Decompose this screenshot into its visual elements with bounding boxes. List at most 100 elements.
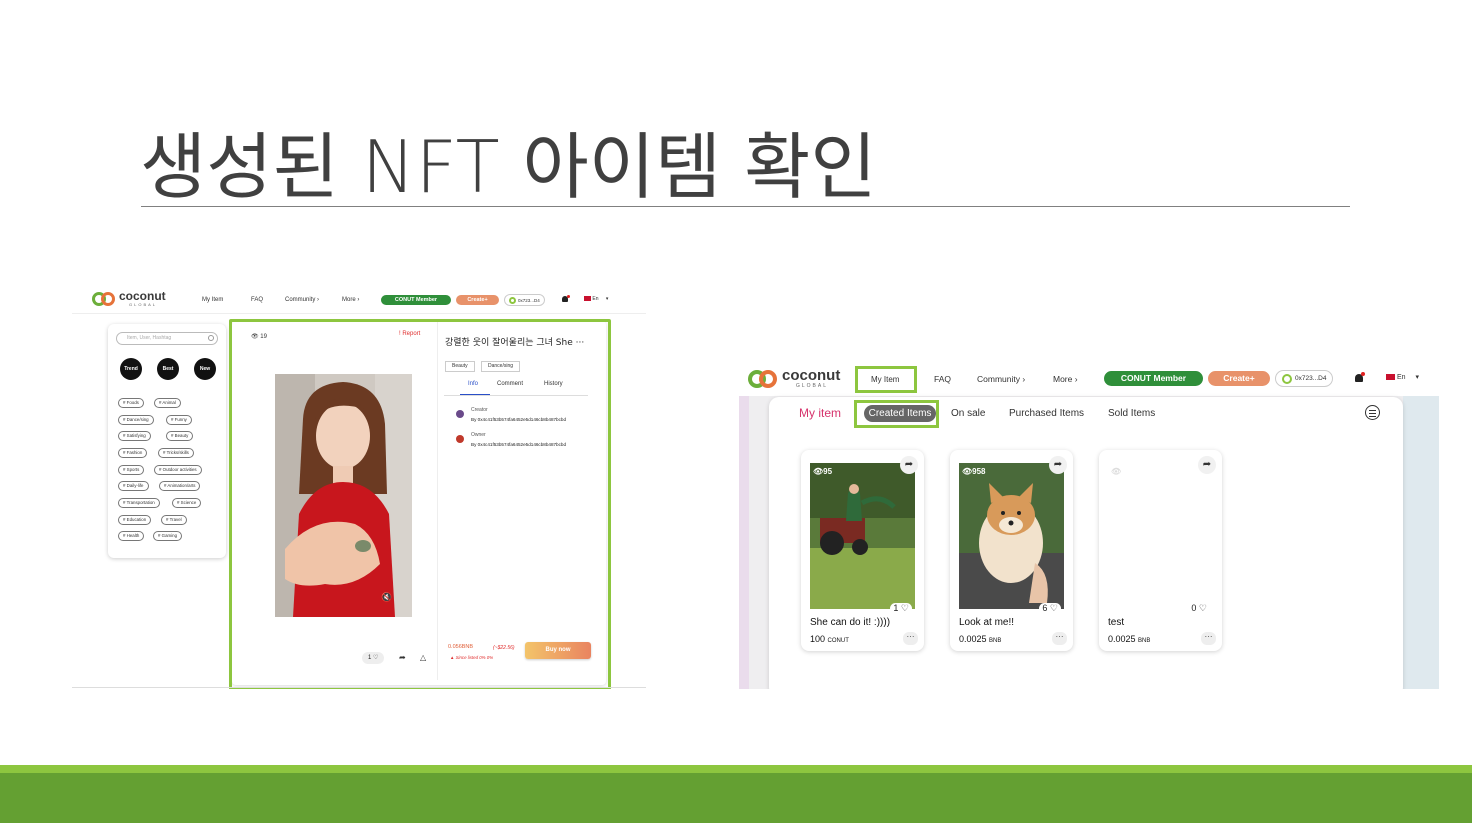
nft-card[interactable]: 👁95 ➦ 1 ♡ She can do it! :)))) 100 CONUT… [801, 450, 924, 651]
nft-thumbnail [1108, 463, 1213, 609]
filter-icon[interactable] [1365, 405, 1380, 420]
wallet-address[interactable]: 0x723...D4 [1275, 370, 1334, 387]
nft-thumbnail [959, 463, 1064, 609]
tab-sold-items[interactable]: Sold Items [1108, 408, 1155, 419]
nav-more[interactable]: More › [1053, 374, 1078, 384]
nav-faq[interactable]: FAQ [934, 374, 951, 384]
eye-icon: 👁 [1111, 467, 1122, 476]
tag-tricks-skills[interactable]: # Tricks/skills [158, 448, 194, 458]
tag-animal[interactable]: # Animal [154, 398, 181, 408]
tag-funny[interactable]: # Funny [166, 415, 192, 425]
chevron-down-icon: ▾ [605, 296, 609, 302]
logo-sub: GLOBAL [796, 383, 829, 389]
language-select[interactable]: En ▾ [1386, 373, 1419, 381]
language-label: En [592, 296, 599, 302]
conut-member-button[interactable]: CONUT Member [381, 295, 451, 305]
nav-faq[interactable]: FAQ [251, 297, 263, 303]
price-unit: BNB [1138, 638, 1151, 644]
bell-icon[interactable] [562, 295, 570, 303]
search-input[interactable]: Item, User, Hashtag [116, 332, 218, 345]
footer-accent [0, 765, 1472, 773]
price-value: 0.0025 [1108, 634, 1136, 644]
flag-icon [1386, 374, 1395, 381]
tag-foods[interactable]: # Foods [118, 398, 144, 408]
view-count: 👁 [1111, 467, 1121, 476]
coconut-logo[interactable]: coconut GLOBAL [748, 368, 840, 389]
top-nav: coconut GLOBAL My Item FAQ Community › M… [739, 360, 1439, 396]
tag-outdoor-activities[interactable]: # Outdoor activities [154, 465, 202, 475]
item-name: She can do it! :)))) [810, 617, 891, 628]
nav-community[interactable]: Community › [977, 374, 1025, 384]
like-count[interactable]: 0 ♡ [1188, 603, 1210, 614]
tag-dance-sing[interactable]: # Dance/sing [118, 415, 154, 425]
wallet-address-text: 0x723...D4 [1295, 375, 1327, 382]
tab-on-sale[interactable]: On sale [951, 408, 985, 419]
best-filter-button[interactable]: Best [157, 358, 179, 380]
eye-icon: 👁 [813, 467, 824, 476]
tag-gaming[interactable]: # Gaming [153, 531, 183, 541]
nav-community[interactable]: Community › [285, 297, 319, 303]
top-nav: coconut GLOBAL My Item FAQ Community › M… [72, 286, 646, 314]
nft-card[interactable]: 👁958 ➦ 6 ♡ Look at me!! 0.0025 BNB ··· [950, 450, 1073, 651]
item-name: test [1108, 617, 1125, 628]
create-button[interactable]: Create+ [1208, 371, 1270, 386]
like-count[interactable]: 6 ♡ [1039, 603, 1061, 614]
price-unit: CONUT [827, 638, 849, 644]
logo-sub: GLOBAL [129, 302, 158, 307]
wallet-address[interactable]: 0x723...D4 [504, 294, 545, 306]
share-icon[interactable]: ➦ [1198, 456, 1216, 474]
new-filter-button[interactable]: New [194, 358, 216, 380]
tag-satisfying[interactable]: # Satisfying [118, 431, 151, 441]
coconut-logo[interactable]: coconut GLOBAL [92, 290, 166, 307]
tag-science[interactable]: # Science [172, 498, 202, 508]
highlight-my-item [855, 366, 917, 393]
view-count: 👁95 [813, 467, 832, 476]
right-strip [1403, 396, 1439, 689]
tag-sports[interactable]: # Sports [118, 465, 145, 475]
nft-card[interactable]: 👁 ➦ 0 ♡ test 0.0025 BNB ··· [1099, 450, 1222, 651]
item-price: 0.0025 BNB [959, 634, 1001, 644]
logo-text: coconut [782, 367, 841, 384]
more-options-button[interactable]: ··· [1201, 632, 1216, 645]
highlight-created-items [854, 400, 939, 428]
tag-beauty[interactable]: # Beauty [166, 431, 194, 441]
tag-fashion[interactable]: # Fashion [118, 448, 148, 458]
tag-travel[interactable]: # Travel [161, 515, 187, 525]
language-select[interactable]: En ▾ [584, 296, 608, 302]
nav-more[interactable]: More › [342, 297, 359, 303]
tag-health[interactable]: # Health [118, 531, 145, 541]
nft-thumbnail [810, 463, 915, 609]
price-value: 100 [810, 634, 826, 644]
more-options-button[interactable]: ··· [903, 632, 918, 645]
like-count[interactable]: 1 ♡ [890, 603, 912, 614]
logo-text: coconut [119, 289, 166, 303]
share-icon[interactable]: ➦ [1049, 456, 1067, 474]
create-button[interactable]: Create+ [456, 295, 499, 305]
tag-education[interactable]: # Education [118, 515, 152, 525]
tab-purchased-items[interactable]: Purchased Items [1009, 408, 1084, 419]
title-divider [141, 206, 1350, 207]
bell-icon[interactable] [1355, 372, 1365, 383]
item-name: Look at me!! [959, 617, 1015, 628]
coin-icon [1282, 373, 1292, 384]
share-icon[interactable]: ➦ [900, 456, 918, 474]
footer-bar [0, 773, 1472, 823]
tag-animation-arts[interactable]: # Animation/arts [159, 481, 201, 491]
price-value: 0.0025 [959, 634, 987, 644]
bottom-rule [72, 687, 646, 688]
nav-my-item[interactable]: My Item [202, 297, 223, 303]
tag-daily-life[interactable]: # Daily-life [118, 481, 149, 491]
trend-filter-button[interactable]: Trend [120, 358, 142, 380]
more-options-button[interactable]: ··· [1052, 632, 1067, 645]
highlight-box [229, 319, 611, 689]
flag-icon [584, 296, 591, 302]
shiba-dog-image [959, 463, 1064, 609]
tractor-image [810, 463, 915, 609]
sidebar: Item, User, Hashtag Trend Best New # Foo… [108, 324, 226, 558]
search-icon [208, 335, 214, 341]
conut-member-button[interactable]: CONUT Member [1104, 371, 1203, 386]
language-label: En [1396, 374, 1406, 381]
tag-transportation[interactable]: # Transportation [118, 498, 160, 508]
coconut-logo-icon [92, 291, 116, 307]
slide-title: 생성된 NFT 아이템 확인 [140, 125, 877, 209]
